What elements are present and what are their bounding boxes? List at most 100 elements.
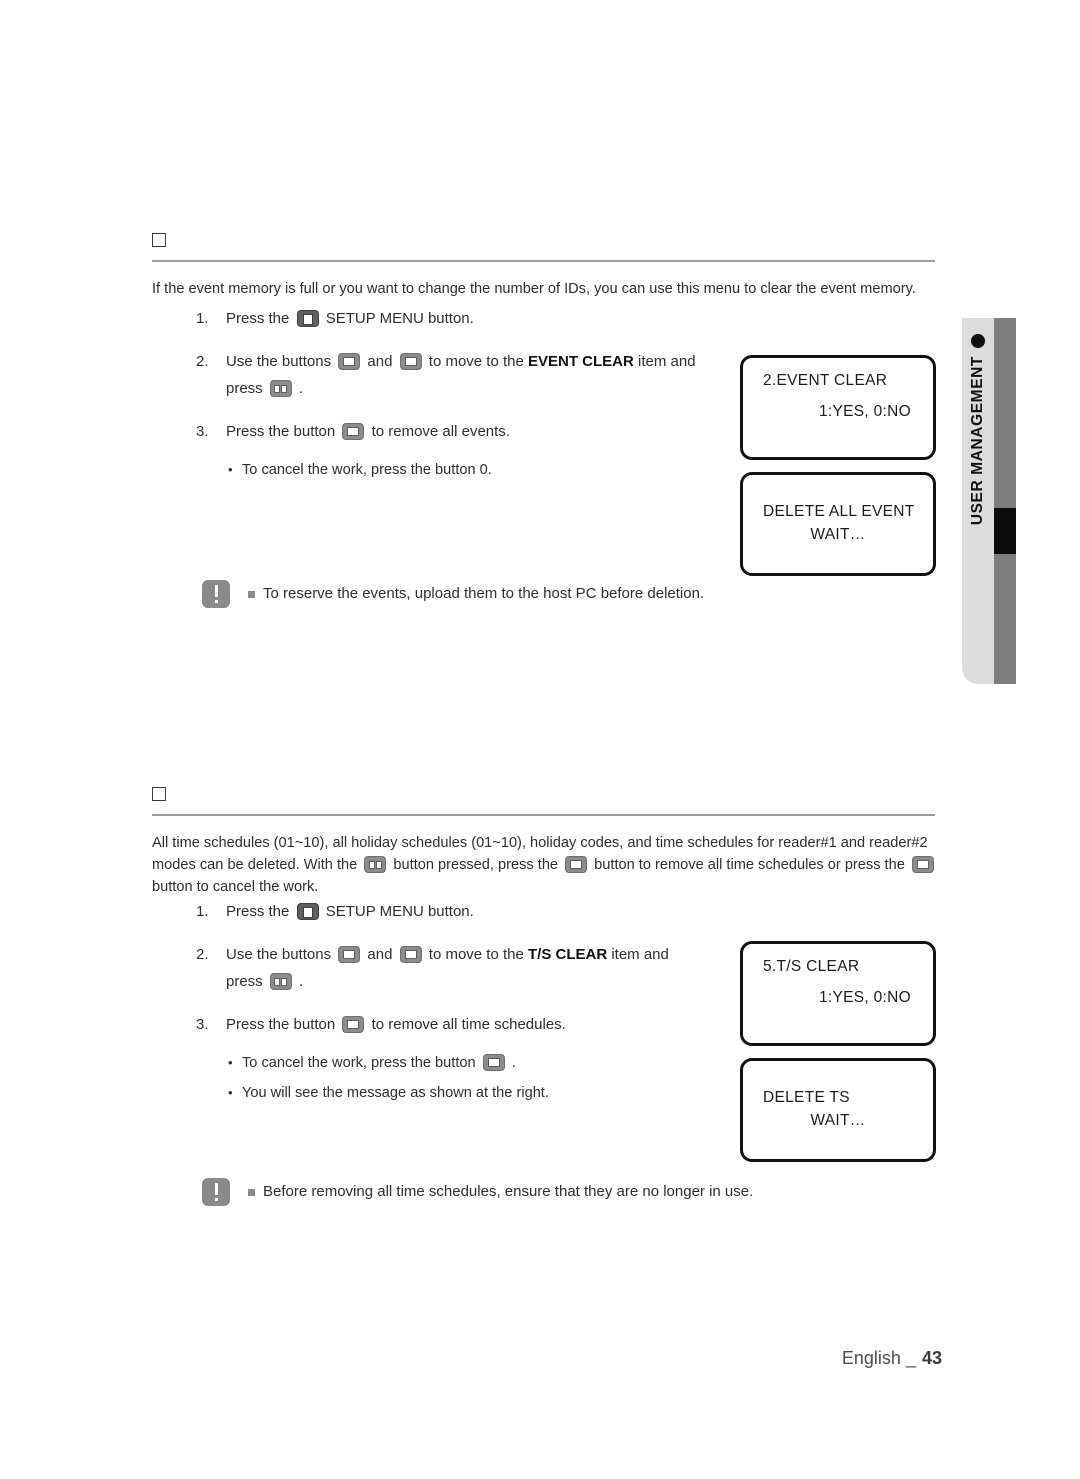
side-tab-label: USER MANAGEMENT bbox=[969, 356, 986, 526]
note-text: To reserve the events, upload them to th… bbox=[263, 585, 705, 602]
step-item: 1. Press the SETUP MENU button. bbox=[196, 898, 756, 925]
step-number: 2. bbox=[196, 353, 209, 370]
step-text-b: SETUP MENU button. bbox=[321, 903, 474, 920]
lcd-display-ts-clear-prompt: 5.T/S CLEAR 1:YES, 0:NO bbox=[740, 941, 936, 1046]
arrow-key-icon bbox=[482, 1054, 505, 1071]
arrow-key-icon bbox=[399, 353, 422, 370]
setup-menu-key-icon bbox=[296, 310, 319, 327]
footer-language: English _ bbox=[841, 1348, 916, 1368]
arrow-key-icon bbox=[342, 423, 365, 440]
bullet-text-a: To cancel the work, press the button bbox=[242, 1055, 480, 1071]
section-heading-ts-clear: □ bbox=[152, 780, 942, 810]
lcd-line-2: 1:YES, 0:NO bbox=[818, 403, 911, 420]
lcd-line-1: DELETE ALL EVENT bbox=[763, 503, 915, 520]
bullet-text: To cancel the work, press the button 0. bbox=[242, 462, 492, 478]
section-intro-text: If the event memory is full or you want … bbox=[152, 281, 916, 297]
lcd-line-2: 1:YES, 0:NO bbox=[818, 989, 911, 1006]
arrow-key-icon bbox=[911, 856, 934, 873]
bullet-text: You will see the message as shown at the… bbox=[242, 1085, 549, 1101]
note-text: Before removing all time schedules, ensu… bbox=[263, 1183, 754, 1200]
lcd-display-delete-all-event: DELETE ALL EVENT WAIT… bbox=[740, 472, 936, 576]
step-text-a: Press the bbox=[226, 903, 294, 920]
warning-icon bbox=[202, 1178, 230, 1206]
step-number: 2. bbox=[196, 946, 209, 963]
step-text-d: item and bbox=[633, 353, 696, 370]
bullet-list: To cancel the work, press the button 0. bbox=[196, 455, 756, 485]
menu-item-name: T/S CLEAR bbox=[528, 946, 608, 963]
step-text-b: to remove all events. bbox=[367, 423, 510, 440]
step-text-b: and bbox=[363, 946, 397, 963]
step-text-c: to move to the bbox=[424, 946, 528, 963]
side-tab-chapter-marker bbox=[994, 508, 1016, 554]
step-text-a: Press the button bbox=[226, 423, 340, 440]
step-text-a: Press the button bbox=[226, 1016, 340, 1033]
step-item: 1. Press the SETUP MENU button. bbox=[196, 305, 756, 332]
setup-menu-key-icon bbox=[296, 903, 319, 920]
side-tab-label-wrap: USER MANAGEMENT bbox=[962, 356, 994, 656]
arrow-key-icon bbox=[565, 856, 588, 873]
step-line-2: press . bbox=[226, 968, 756, 995]
step-item: 2. Use the buttons and to move to the EV… bbox=[196, 348, 756, 402]
step-text-f: . bbox=[294, 973, 304, 990]
step-line-2: press . bbox=[226, 375, 756, 402]
note-bullet-square bbox=[248, 1189, 255, 1196]
bullet-item: You will see the message as shown at the… bbox=[228, 1078, 756, 1108]
intro-text-c: button to remove all time schedules or p… bbox=[590, 857, 909, 873]
bullet-text-b: . bbox=[507, 1055, 516, 1071]
heading-glyph: □ bbox=[152, 780, 166, 806]
bullet-item: To cancel the work, press the button 0. bbox=[228, 455, 756, 485]
lcd-display-delete-ts: DELETE TS WAIT… bbox=[740, 1058, 936, 1162]
lcd-line-2: WAIT… bbox=[810, 526, 866, 543]
note-bullet-square bbox=[248, 591, 255, 598]
page-number: 43 bbox=[921, 1348, 942, 1368]
enter-key-icon bbox=[364, 856, 387, 873]
section-ts-clear: □ All time schedules (01~10), all holida… bbox=[152, 780, 942, 898]
side-tab-dark-bar bbox=[994, 318, 1016, 684]
lcd-display-event-clear-prompt: 2.EVENT CLEAR 1:YES, 0:NO bbox=[740, 355, 936, 460]
section-divider bbox=[152, 814, 935, 816]
step-text-d: item and bbox=[607, 946, 669, 963]
step-text-e: press bbox=[226, 380, 267, 397]
arrow-key-icon bbox=[399, 946, 422, 963]
step-text-e: press bbox=[226, 973, 267, 990]
step-text-b: to remove all time schedules. bbox=[367, 1016, 566, 1033]
enter-key-icon bbox=[269, 380, 292, 397]
note-event-clear: To reserve the events, upload them to th… bbox=[202, 580, 902, 608]
steps-event-clear: 1. Press the SETUP MENU button. 2. Use t… bbox=[196, 305, 756, 485]
lcd-line-2: WAIT… bbox=[810, 1112, 866, 1129]
lcd-line-1: 2.EVENT CLEAR bbox=[763, 372, 888, 389]
menu-item-name: EVENT CLEAR bbox=[528, 353, 634, 370]
filled-circle-icon bbox=[971, 334, 985, 348]
section-heading-event-clear: □ bbox=[152, 226, 942, 256]
intro-text-d: button to cancel the work. bbox=[152, 879, 319, 895]
step-number: 1. bbox=[196, 903, 209, 920]
intro-text-b: button pressed, press the bbox=[389, 857, 563, 873]
step-item: 3. Press the button to remove all time s… bbox=[196, 1011, 756, 1038]
bullet-item: To cancel the work, press the button . bbox=[228, 1048, 756, 1078]
step-text-b: and bbox=[363, 353, 397, 370]
arrow-key-icon bbox=[338, 353, 361, 370]
arrow-key-icon bbox=[338, 946, 361, 963]
step-text-a: Use the buttons bbox=[226, 946, 336, 963]
step-item: 2. Use the buttons and to move to the T/… bbox=[196, 941, 756, 995]
enter-key-icon bbox=[269, 973, 292, 990]
step-text-a: Use the buttons bbox=[226, 353, 336, 370]
side-tab-user-management: USER MANAGEMENT bbox=[962, 318, 1016, 684]
page-footer: English _ 43 bbox=[0, 1348, 942, 1369]
step-text-f: . bbox=[294, 380, 304, 397]
step-number: 3. bbox=[196, 423, 209, 440]
step-text-c: to move to the bbox=[424, 353, 528, 370]
step-text-b: SETUP MENU button. bbox=[321, 310, 474, 327]
lcd-line-1: DELETE TS bbox=[763, 1089, 850, 1106]
section-event-clear: □ If the event memory is full or you wan… bbox=[152, 226, 942, 300]
step-item: 3. Press the button to remove all events… bbox=[196, 418, 756, 445]
bullet-list: To cancel the work, press the button . Y… bbox=[196, 1048, 756, 1108]
note-ts-clear: Before removing all time schedules, ensu… bbox=[202, 1178, 902, 1206]
step-number: 3. bbox=[196, 1016, 209, 1033]
section-intro-text: All time schedules (01~10), all holiday … bbox=[152, 832, 942, 898]
heading-glyph: □ bbox=[152, 226, 166, 252]
arrow-key-icon bbox=[342, 1016, 365, 1033]
warning-icon bbox=[202, 580, 230, 608]
steps-ts-clear: 1. Press the SETUP MENU button. 2. Use t… bbox=[196, 898, 756, 1108]
step-text-a: Press the bbox=[226, 310, 294, 327]
